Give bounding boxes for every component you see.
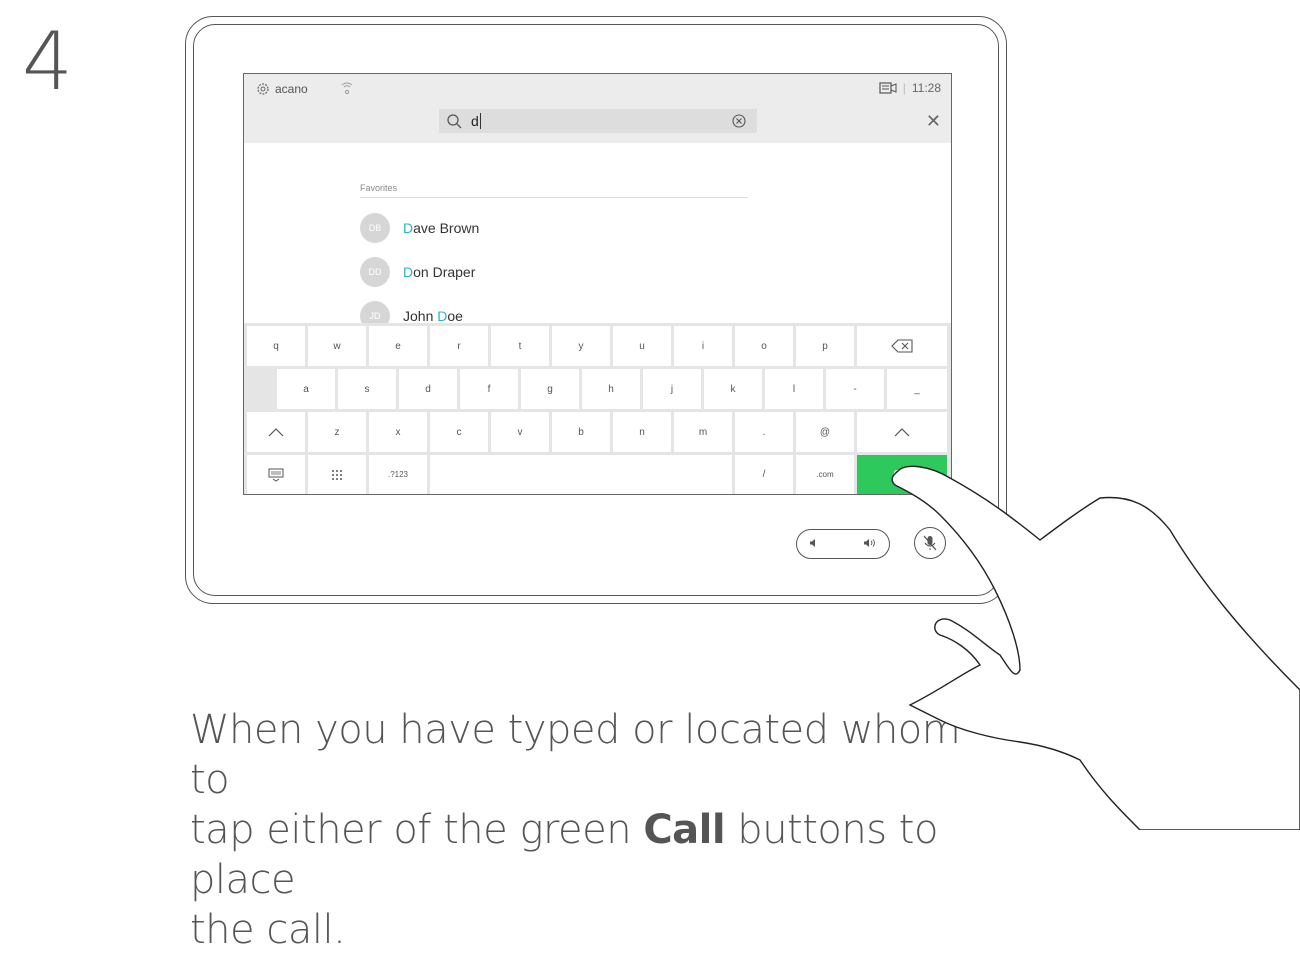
pointing-hand-illustration xyxy=(891,465,1300,830)
caption-line-3: the call. xyxy=(190,907,346,953)
